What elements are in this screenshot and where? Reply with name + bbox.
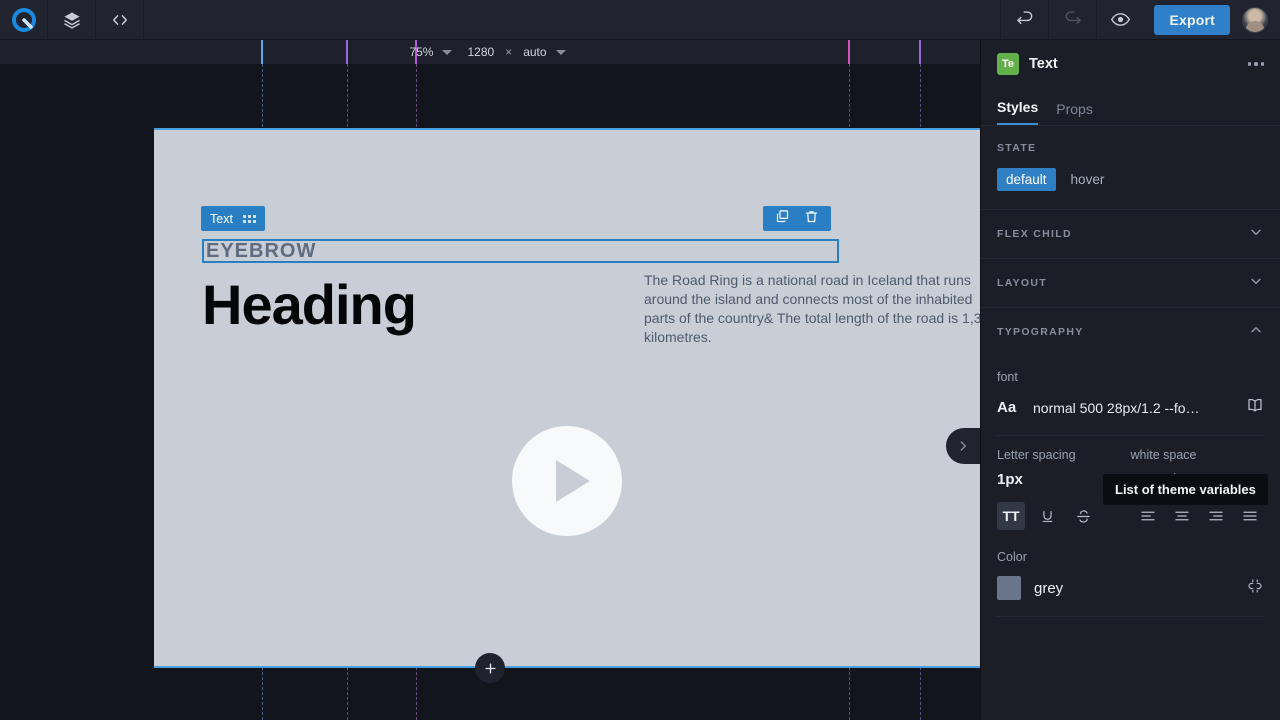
chevron-down-icon[interactable] [555, 49, 566, 55]
element-type-badge: Te [997, 53, 1019, 75]
state-options: default hover [981, 154, 1280, 209]
align-center-icon[interactable] [1168, 502, 1196, 530]
play-button-icon[interactable] [512, 426, 622, 536]
zoom-level-control[interactable]: 75% [404, 45, 462, 59]
panel-header: Te Text [981, 40, 1280, 88]
redo-icon[interactable] [1048, 0, 1096, 40]
broken-link-icon[interactable] [1246, 577, 1264, 600]
underline-icon[interactable] [1033, 502, 1061, 530]
state-option-hover[interactable]: hover [1062, 168, 1114, 191]
kebab-menu-icon[interactable] [1247, 62, 1264, 66]
tab-styles[interactable]: Styles [997, 99, 1039, 125]
eye-icon[interactable] [1096, 0, 1144, 40]
canvas-width-value: 1280 [467, 45, 495, 59]
add-section-button[interactable] [475, 653, 505, 683]
chevron-right-icon[interactable] [946, 428, 980, 464]
canvas-height-value: auto [523, 45, 547, 59]
section-flex-child-label: FLEX CHILD [997, 228, 1072, 240]
font-label: font [997, 370, 1018, 384]
eyebrow-text-element[interactable]: EYEBROW [202, 239, 839, 263]
toolbar-right-group: Export [1000, 0, 1280, 40]
chevron-down-icon[interactable] [442, 49, 453, 55]
layers-icon[interactable] [48, 0, 96, 40]
artboard[interactable]: Text EYEBROW Heading The Road Ring is a … [154, 128, 980, 668]
styles-panel: Te Text Styles Props STATE default hover… [980, 40, 1280, 720]
canvas-height-control[interactable]: auto [518, 45, 575, 59]
text-align-group [1128, 502, 1264, 530]
divider [997, 616, 1264, 617]
chevron-down-icon[interactable] [1248, 224, 1264, 245]
color-label: Color [997, 550, 1027, 564]
align-justify-icon[interactable] [1236, 502, 1264, 530]
dimension-separator: × [505, 45, 513, 59]
canvas-workspace[interactable]: Text EYEBROW Heading The Road Ring is a … [0, 64, 980, 720]
zoom-level-value: 75% [409, 45, 434, 59]
tooltip: List of theme variables [1103, 474, 1268, 505]
canvas-width-control[interactable]: 1280 [462, 45, 499, 59]
canvas-zoom-bar: 75% 1280 × auto [0, 40, 980, 64]
heading-text[interactable]: Heading [202, 272, 417, 337]
color-field[interactable]: grey [981, 566, 1280, 600]
color-value[interactable]: grey [1034, 580, 1233, 597]
font-preview-icon: Aa [997, 399, 1017, 416]
font-field[interactable]: Aa normal 500 28px/1.2 --fo… [981, 386, 1280, 419]
section-layout[interactable]: LAYOUT [981, 258, 1280, 307]
color-label-wrap: Color [981, 530, 1280, 566]
eyebrow-text: EYEBROW [206, 239, 317, 262]
quant-ui-logo-icon[interactable] [0, 0, 48, 40]
letter-spacing-label: Letter spacing [997, 448, 1076, 462]
text-transform-icon[interactable]: TT [997, 502, 1025, 530]
align-right-icon[interactable] [1202, 502, 1230, 530]
top-toolbar: Export [0, 0, 1280, 40]
text-transform-label: TT [1002, 508, 1020, 524]
strikethrough-icon[interactable] [1069, 502, 1097, 530]
undo-icon[interactable] [1000, 0, 1048, 40]
selected-element-label: Text [210, 211, 233, 226]
duplicate-icon[interactable] [775, 209, 790, 229]
white-space-label: white space [1130, 448, 1197, 462]
panel-tabs: Styles Props [981, 88, 1280, 126]
font-field-label-wrap: font [981, 356, 1280, 386]
panel-title: Text [1029, 56, 1058, 72]
section-typography[interactable]: TYPOGRAPHY [981, 307, 1280, 356]
book-icon[interactable] [1246, 396, 1264, 419]
font-value[interactable]: normal 500 28px/1.2 --fo… [1033, 400, 1232, 416]
tab-props[interactable]: Props [1056, 101, 1093, 125]
body-paragraph[interactable]: The Road Ring is a national road in Icel… [644, 271, 980, 347]
app-root: Export 75% 1280 × auto Text EYEBROW Head… [0, 0, 1280, 720]
color-swatch[interactable] [997, 576, 1021, 600]
element-actions [763, 206, 831, 231]
chevron-up-icon[interactable] [1248, 322, 1264, 343]
selected-element-tag[interactable]: Text [201, 206, 265, 231]
section-flex-child[interactable]: FLEX CHILD [981, 209, 1280, 258]
align-left-icon[interactable] [1134, 502, 1162, 530]
chevron-down-icon[interactable] [1248, 273, 1264, 294]
export-button[interactable]: Export [1154, 4, 1230, 35]
state-option-default[interactable]: default [997, 168, 1056, 191]
drag-handle-icon[interactable] [242, 214, 256, 223]
state-section-label: STATE [997, 142, 1037, 154]
avatar[interactable] [1242, 6, 1268, 33]
trash-icon[interactable] [804, 209, 819, 229]
section-layout-label: LAYOUT [997, 277, 1047, 289]
code-brackets-icon[interactable] [96, 0, 144, 40]
section-typography-label: TYPOGRAPHY [997, 326, 1084, 338]
